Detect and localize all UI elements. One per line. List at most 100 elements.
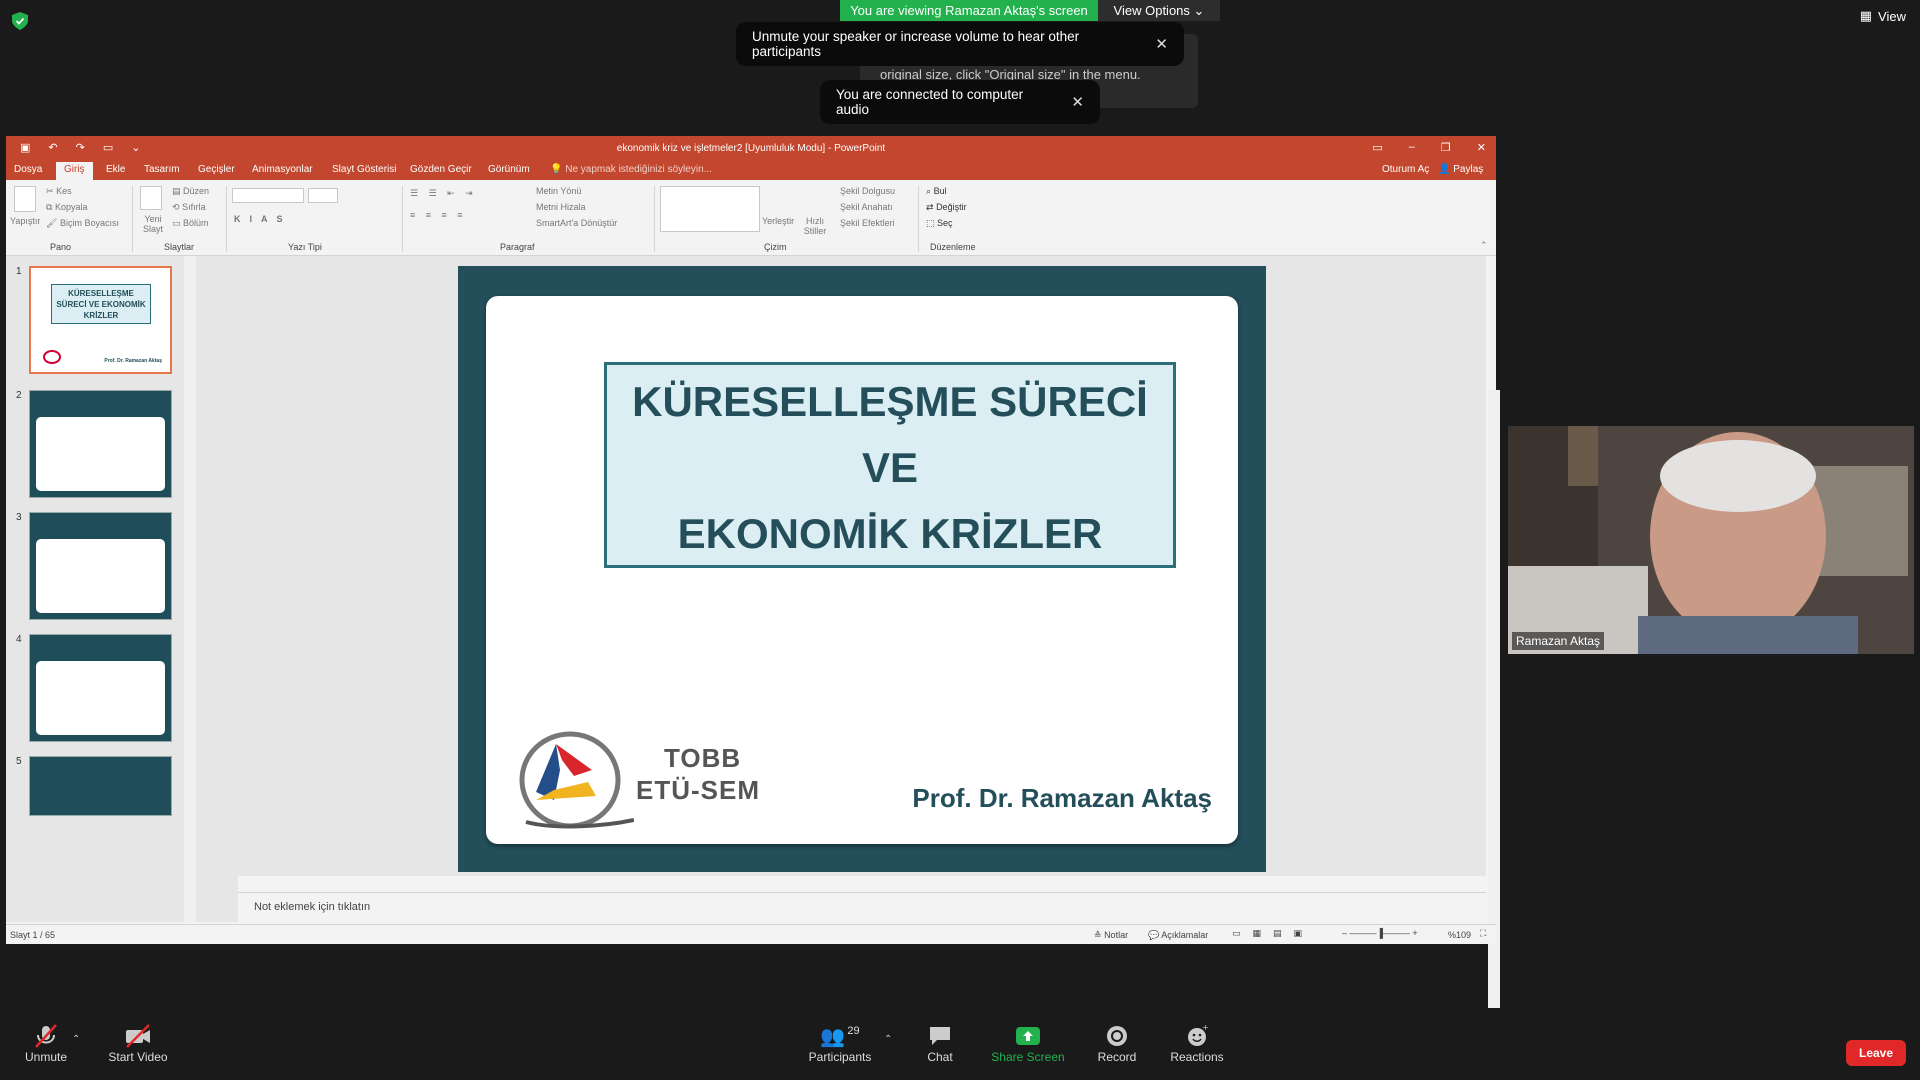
tab-dosya[interactable]: Dosya xyxy=(14,164,42,175)
tab-gecisler[interactable]: Geçişler xyxy=(198,164,235,175)
tab-ekle[interactable]: Ekle xyxy=(106,164,125,175)
audio-options-chevron-icon[interactable]: ⌃ xyxy=(72,1034,80,1045)
slide-thumbnails-pane[interactable]: 1 KÜRESELLEŞME SÜRECİ VE EKONOMİK KRİZLE… xyxy=(6,256,238,922)
font-family-select[interactable] xyxy=(232,188,304,203)
chevron-down-icon: ⌄ xyxy=(1193,3,1205,18)
ribbon-display-icon[interactable]: ▭ xyxy=(1372,141,1382,154)
text-direction-button[interactable]: Metin Yönü xyxy=(536,186,581,196)
font-size-select[interactable] xyxy=(308,188,338,203)
start-video-button[interactable]: Start Video xyxy=(106,1022,170,1064)
restore-icon[interactable]: ❐ xyxy=(1441,141,1451,154)
tab-gozden-gecir[interactable]: Gözden Geçir xyxy=(410,164,472,175)
notes-button[interactable]: ≙ Notlar xyxy=(1094,930,1128,941)
window-title: ekonomik kriz ve işletmeler2 [Uyumluluk … xyxy=(616,143,886,154)
tab-slayt-gosterisi[interactable]: Slayt Gösterisi xyxy=(332,164,396,175)
list-icons[interactable]: ☰ ☰ ⇤ ⇥ xyxy=(410,188,477,199)
notes-pane[interactable]: Not eklemek için tıklatın xyxy=(238,892,1486,920)
share-button[interactable]: 👤 Paylaş xyxy=(1438,164,1483,175)
tab-tasarim[interactable]: Tasarım xyxy=(144,164,180,175)
format-painter-button[interactable]: 🖌 Biçim Boyacısı xyxy=(46,218,119,229)
cut-button[interactable]: ✂ Kes xyxy=(46,186,72,197)
record-icon xyxy=(1107,1026,1127,1046)
view-mode-icons[interactable]: ▭▦▤▣ xyxy=(1232,928,1314,939)
slide-title-box[interactable]: KÜRESELLEŞME SÜRECİ VE EKONOMİK KRİZLER xyxy=(604,362,1176,568)
smartart-button[interactable]: SmartArt'a Dönüştür xyxy=(536,218,617,228)
reset-button[interactable]: ⟲ Sıfırla xyxy=(172,202,206,213)
layout-button[interactable]: ▤ Düzen xyxy=(172,186,209,197)
brush-icon: 🖌 xyxy=(46,218,58,228)
paste-button[interactable]: Yapıştır xyxy=(10,216,40,226)
slide-author[interactable]: Prof. Dr. Ramazan Aktaş xyxy=(912,783,1212,814)
find-button[interactable]: ⌕ Bul xyxy=(926,186,947,197)
slide-thumbnail-5[interactable] xyxy=(29,756,172,816)
tell-me-box[interactable]: 💡 Ne yapmak istediğinizi söyleyin... xyxy=(550,164,712,175)
font-format-icons[interactable]: KIAS xyxy=(234,214,292,224)
unmute-button[interactable]: Unmute xyxy=(22,1022,70,1064)
record-button[interactable]: Record xyxy=(1096,1022,1138,1064)
fit-slide-icon[interactable]: ⛶ xyxy=(1480,928,1486,939)
clipboard-icon[interactable] xyxy=(14,186,36,212)
collapse-ribbon-icon[interactable]: ⌃ xyxy=(1480,240,1488,251)
layout-icon: ▤ xyxy=(172,186,181,196)
participants-icon: 👥 xyxy=(820,1025,846,1048)
copy-button[interactable]: ⧉ Kopyala xyxy=(46,202,87,213)
select-icon: ⬚ xyxy=(926,218,935,228)
align-text-button[interactable]: Metni Hizala xyxy=(536,202,586,212)
section-button[interactable]: ▭ Bölüm xyxy=(172,218,209,229)
slide-thumbnail-2[interactable] xyxy=(29,390,172,498)
shapes-gallery[interactable] xyxy=(660,186,760,232)
share-screen-icon xyxy=(1016,1027,1040,1045)
shape-effects-button[interactable]: Şekil Efektleri xyxy=(840,218,895,228)
security-shield-icon[interactable] xyxy=(12,12,28,30)
view-button[interactable]: ▦ View xyxy=(1860,8,1906,24)
group-label-yazi-tipi: Yazı Tipi xyxy=(288,242,322,252)
slide-thumbnail-4[interactable] xyxy=(29,634,172,742)
participants-button[interactable]: 👥 29 Participants xyxy=(802,1022,878,1064)
slide-thumbnail-1[interactable]: KÜRESELLEŞME SÜRECİ VE EKONOMİK KRİZLER … xyxy=(29,266,172,374)
tab-gorunum[interactable]: Görünüm xyxy=(488,164,530,175)
tab-animasyonlar[interactable]: Animasyonlar xyxy=(252,164,313,175)
replace-button[interactable]: ⇄ Değiştir xyxy=(926,202,967,213)
minimize-icon[interactable]: – xyxy=(1409,141,1415,154)
participant-video[interactable]: Ramazan Aktaş xyxy=(1508,426,1914,654)
comments-button[interactable]: 💬 Açıklamalar xyxy=(1148,930,1208,941)
start-video-label: Start Video xyxy=(108,1050,168,1064)
tab-giris[interactable]: Giriş xyxy=(56,162,93,180)
share-label: Paylaş xyxy=(1453,164,1484,175)
chat-button[interactable]: Chat xyxy=(920,1022,960,1064)
replace-label: Değiştir xyxy=(936,202,967,212)
section-icon: ▭ xyxy=(172,218,181,228)
align-icons[interactable]: ≡ ≡ ≡ ≡ xyxy=(410,210,467,220)
ribbon-separator xyxy=(132,186,133,252)
ribbon-separator xyxy=(918,186,919,252)
thumb-number: 1 xyxy=(16,266,22,277)
shape-outline-button[interactable]: Şekil Anahatı xyxy=(840,202,893,212)
slide-thumbnail-3[interactable] xyxy=(29,512,172,620)
new-slide-button[interactable]: Yeni Slayt xyxy=(138,214,168,234)
reactions-button[interactable]: + Reactions xyxy=(1168,1022,1226,1064)
share-screen-button[interactable]: Share Screen xyxy=(990,1022,1066,1064)
close-icon[interactable]: ✕ xyxy=(1071,93,1084,111)
audio-toast-text: You are connected to computer audio xyxy=(836,87,1024,117)
slide-scrollbar[interactable] xyxy=(1488,390,1500,1008)
leave-button[interactable]: Leave xyxy=(1846,1040,1906,1066)
new-slide-icon[interactable] xyxy=(140,186,162,210)
current-slide[interactable]: KÜRESELLEŞME SÜRECİ VE EKONOMİK KRİZLER … xyxy=(458,266,1266,872)
zoom-level[interactable]: %109 xyxy=(1448,930,1471,940)
zoom-slider[interactable]: – ———▐——— + xyxy=(1342,928,1418,938)
thumb-number: 3 xyxy=(16,512,22,523)
arrange-button[interactable]: Yerleştir xyxy=(762,216,794,226)
view-options-button[interactable]: View Options ⌄ xyxy=(1098,0,1220,21)
thumb-content xyxy=(36,417,165,491)
shape-fill-button[interactable]: Şekil Dolgusu xyxy=(840,186,895,196)
close-icon[interactable]: ✕ xyxy=(1477,141,1486,154)
participants-chevron-icon[interactable]: ⌃ xyxy=(884,1034,892,1045)
select-button[interactable]: ⬚ Seç xyxy=(926,218,953,229)
thumbnails-scrollbar[interactable] xyxy=(184,256,196,922)
sign-in-link[interactable]: Oturum Aç xyxy=(1382,164,1429,175)
group-label-paragraf: Paragraf xyxy=(500,242,535,252)
participants-count: 29 xyxy=(847,1025,860,1037)
close-icon[interactable]: ✕ xyxy=(1155,35,1168,53)
quick-styles-button[interactable]: Hızlı Stiller xyxy=(802,216,828,236)
search-icon: ⌕ xyxy=(926,186,932,196)
